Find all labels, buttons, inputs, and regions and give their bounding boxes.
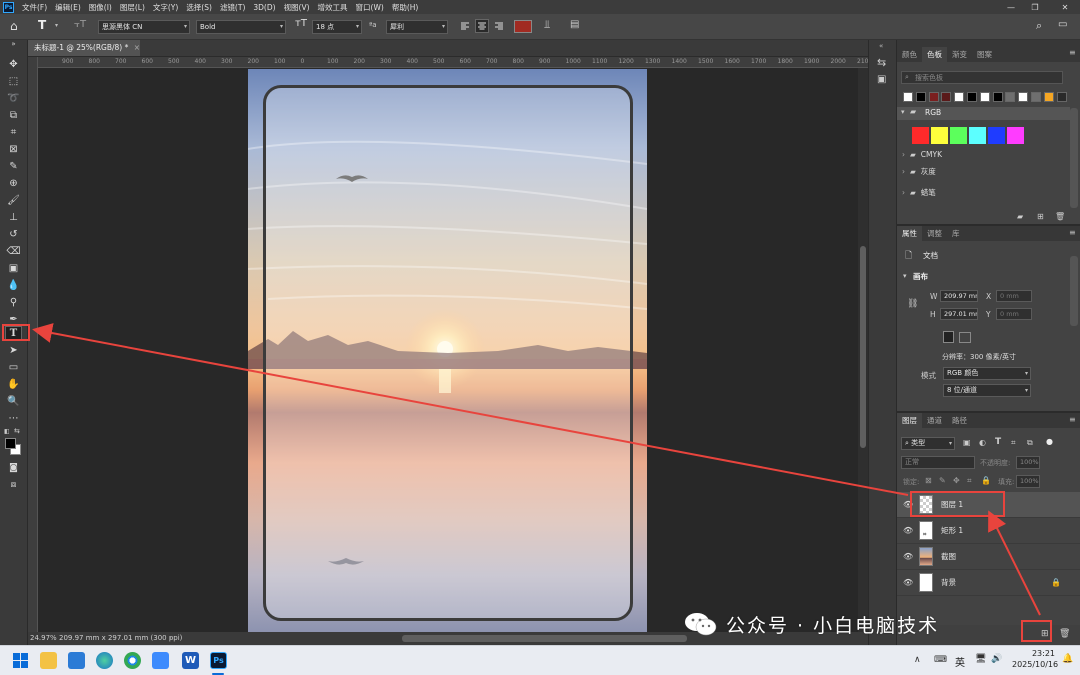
volume-icon[interactable]: 🔊 [991, 654, 1002, 664]
edge-browser-icon[interactable] [96, 652, 113, 669]
watermark: 公众号 · 小白电脑技术 [684, 611, 939, 637]
clock-date[interactable]: 2025/10/16 [1012, 660, 1058, 669]
notification-icon[interactable]: 🔔 [1062, 654, 1073, 664]
taskbar: W Ps ∧ ⌨ 英 🖥 🔊 23:21 2025/10/16 🔔 [0, 645, 1080, 675]
wechat-logo-icon [685, 613, 717, 636]
word-icon[interactable]: W [182, 652, 199, 669]
windows-start-icon[interactable] [12, 652, 29, 669]
photos-icon[interactable] [68, 652, 85, 669]
keyboard-icon[interactable]: ⌨ [934, 655, 947, 665]
network-icon[interactable]: 🖥 [975, 654, 986, 664]
chevron-up-icon[interactable]: ∧ [914, 655, 921, 665]
ime-indicator[interactable]: 英 [955, 654, 965, 669]
messenger-icon[interactable] [152, 652, 169, 669]
chrome-browser-icon[interactable] [124, 652, 141, 669]
file-explorer-icon[interactable] [40, 652, 57, 669]
photoshop-taskbar-icon[interactable]: Ps [210, 652, 227, 669]
clock-time[interactable]: 23:21 [1019, 649, 1055, 658]
annotation-arrows [32, 323, 1041, 616]
